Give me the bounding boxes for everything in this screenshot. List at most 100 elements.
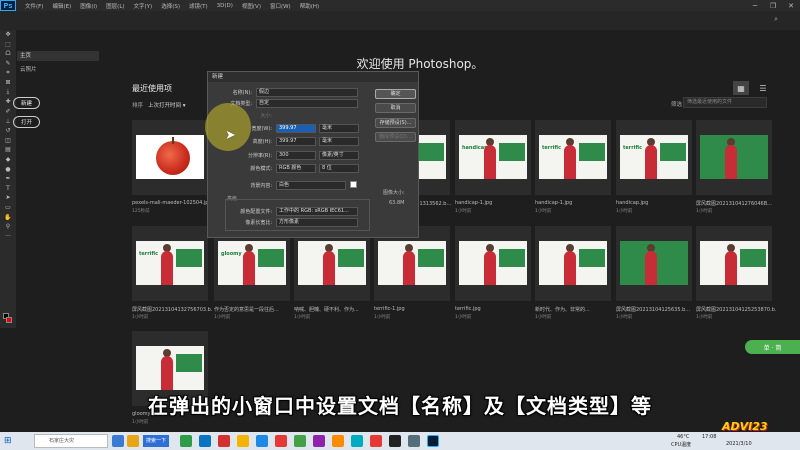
- filter-input[interactable]: 筛选最近使用的文件: [683, 97, 767, 108]
- recent-file-thumbnail[interactable]: [696, 226, 772, 301]
- app-icon-3[interactable]: [218, 435, 230, 447]
- recent-file-thumbnail[interactable]: [455, 226, 531, 301]
- thumbnail-panel: [579, 249, 605, 267]
- app-icon-4[interactable]: [237, 435, 249, 447]
- bgcontent-select[interactable]: 白色: [276, 181, 346, 190]
- taskbar-search-button[interactable]: 搜索一下: [143, 435, 169, 447]
- thumbnail-time: 1小时前: [616, 315, 633, 320]
- thumbnail-panel: [579, 143, 605, 161]
- clock-date[interactable]: 2021/3/10: [726, 441, 752, 447]
- width-input[interactable]: 399.97: [276, 124, 316, 133]
- app-icon-1[interactable]: [180, 435, 192, 447]
- new-button[interactable]: 新建: [13, 97, 40, 109]
- pen-tool-icon[interactable]: ✒: [0, 174, 16, 184]
- recent-file-thumbnail[interactable]: [132, 120, 208, 195]
- ok-button[interactable]: 确定: [375, 89, 416, 99]
- colormode-select[interactable]: RGB 颜色: [276, 164, 316, 173]
- grid-view-icon[interactable]: ▦: [733, 81, 749, 95]
- menu-3d[interactable]: 3D(D): [217, 3, 233, 9]
- menu-help[interactable]: 帮助(H): [300, 2, 319, 10]
- recent-file-thumbnail[interactable]: terrific: [616, 120, 692, 195]
- doctype-select[interactable]: 自定: [256, 99, 358, 108]
- resolution-unit-select[interactable]: 像素/英寸: [319, 151, 359, 160]
- cancel-button[interactable]: 取消: [375, 103, 416, 113]
- bgcontent-swatch[interactable]: [350, 181, 357, 188]
- colordepth-select[interactable]: 8 位: [319, 164, 359, 173]
- recent-file-thumbnail[interactable]: [696, 120, 772, 195]
- task-view-icon[interactable]: [112, 435, 124, 447]
- search-icon[interactable]: ⌕: [774, 15, 778, 24]
- thumbnail-filename: pexels-mali-maeder-102504.jpg: [132, 200, 212, 206]
- width-unit-select[interactable]: 毫米: [319, 124, 359, 133]
- open-button[interactable]: 打开: [13, 116, 40, 128]
- menu-select[interactable]: 选择(S): [161, 2, 180, 10]
- close-icon[interactable]: ✕: [782, 0, 800, 11]
- menu-filter[interactable]: 滤镜(T): [189, 2, 208, 10]
- resolution-input[interactable]: 300: [276, 151, 316, 160]
- tools-panel: ✥ ⬚ ᗝ ✎ ⌗ ⊠ ⤓ ✚ ✐ ⊥ ↺ ◫ ▤ ◆ ● ✒ T ➤ ▭ ✋ …: [0, 30, 16, 328]
- background-color-swatch[interactable]: [6, 317, 12, 323]
- delete-preset-button[interactable]: 删除预设(D)...: [375, 132, 416, 142]
- app-icon-10[interactable]: [370, 435, 382, 447]
- menu-file[interactable]: 文件(F): [25, 2, 43, 10]
- app-icon-8[interactable]: [332, 435, 344, 447]
- gradient-tool-icon[interactable]: ▤: [0, 145, 16, 155]
- recent-file-thumbnail[interactable]: [616, 226, 692, 301]
- hand-tool-icon[interactable]: ✋: [0, 212, 16, 222]
- taskbar-search-input[interactable]: 石家庄大灾: [34, 434, 108, 448]
- eyedropper-tool-icon[interactable]: ⤓: [0, 88, 16, 98]
- history-brush-icon[interactable]: ↺: [0, 126, 16, 136]
- save-preset-button[interactable]: 存储预设(S)...: [375, 118, 416, 128]
- more-tools-icon[interactable]: ···: [0, 231, 16, 241]
- app-icon-6[interactable]: [294, 435, 306, 447]
- thumbnail-panel: [499, 143, 525, 161]
- recent-file-thumbnail[interactable]: handicap: [455, 120, 531, 195]
- app-icon-9[interactable]: [351, 435, 363, 447]
- height-input[interactable]: 399.97: [276, 137, 316, 146]
- file-explorer-icon[interactable]: [127, 435, 139, 447]
- type-tool-icon[interactable]: T: [0, 184, 16, 194]
- app-icon-2[interactable]: [199, 435, 211, 447]
- photoshop-taskbar-icon[interactable]: [427, 435, 439, 447]
- chrome-icon[interactable]: [275, 435, 287, 447]
- shape-tool-icon[interactable]: ▭: [0, 203, 16, 213]
- profile-select[interactable]: 工作中的 RGB: sRGB IEC61...: [276, 207, 358, 216]
- marquee-tool-icon[interactable]: ⬚: [0, 40, 16, 50]
- list-view-icon[interactable]: ☰: [756, 81, 770, 95]
- brush-tool-icon[interactable]: ✐: [0, 107, 16, 117]
- clock-time[interactable]: 17:08: [702, 434, 716, 440]
- recent-file-thumbnail[interactable]: terrific: [132, 226, 208, 301]
- menu-image[interactable]: 图像(I): [80, 2, 97, 10]
- recent-file-thumbnail[interactable]: terrific: [535, 120, 611, 195]
- menu-view[interactable]: 视图(V): [242, 2, 261, 10]
- blur-tool-icon[interactable]: ◆: [0, 155, 16, 165]
- pixel-aspect-select[interactable]: 方形像素: [276, 218, 358, 227]
- app-icon-12[interactable]: [408, 435, 420, 447]
- app-icon-5[interactable]: [256, 435, 268, 447]
- move-tool-icon[interactable]: ✥: [0, 30, 16, 40]
- thumbnail-person: [161, 251, 173, 285]
- menu-type[interactable]: 文字(Y): [134, 2, 153, 10]
- app-icon-11[interactable]: [389, 435, 401, 447]
- maximize-icon[interactable]: ❐: [764, 0, 782, 11]
- eraser-tool-icon[interactable]: ◫: [0, 136, 16, 146]
- menu-window[interactable]: 窗口(W): [270, 2, 291, 10]
- name-input[interactable]: 假边: [256, 88, 358, 97]
- resolution-label: 分辨率(R):: [247, 153, 272, 159]
- windows-start-icon[interactable]: ⊞: [4, 436, 12, 446]
- recent-file-thumbnail[interactable]: [535, 226, 611, 301]
- sort-dropdown[interactable]: 上次打开时间 ▾: [148, 101, 186, 109]
- minimize-icon[interactable]: ─: [746, 0, 764, 11]
- thumbnail-person: [725, 145, 737, 179]
- thumbnail-image: [539, 241, 607, 285]
- side-tab[interactable]: 单 · 简: [745, 340, 800, 354]
- frame-tool-icon[interactable]: ⊠: [0, 78, 16, 88]
- height-unit-select[interactable]: 毫米: [319, 137, 359, 146]
- dodge-tool-icon[interactable]: ●: [0, 164, 16, 174]
- zoom-tool-icon[interactable]: ⚲: [0, 222, 16, 232]
- path-select-icon[interactable]: ➤: [0, 193, 16, 203]
- app-icon-7[interactable]: [313, 435, 325, 447]
- menu-layer[interactable]: 图层(L): [106, 2, 124, 10]
- menu-edit[interactable]: 编辑(E): [52, 2, 71, 10]
- thumbnail-word: terrific: [623, 145, 643, 151]
